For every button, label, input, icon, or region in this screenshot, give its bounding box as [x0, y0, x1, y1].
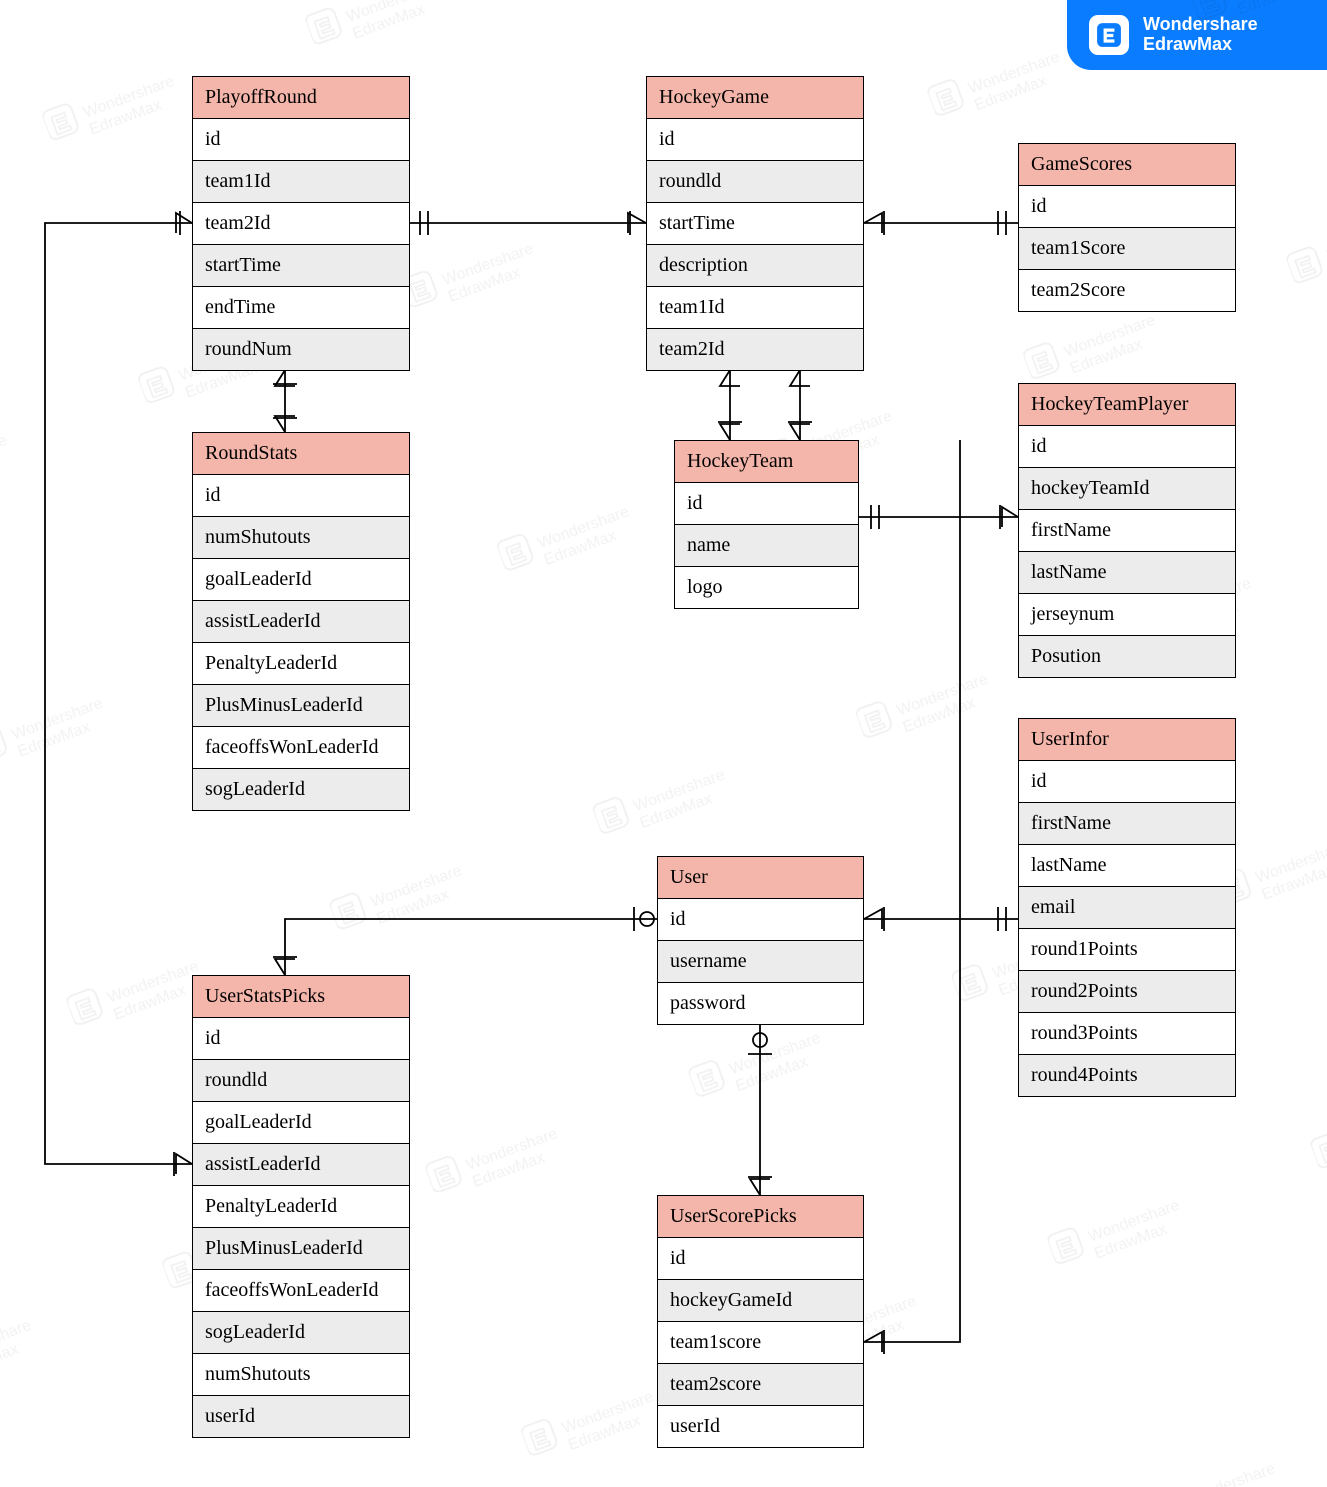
entity-field: roundNum	[193, 329, 409, 370]
entity-field: lastName	[1019, 845, 1235, 887]
entity-field: team1score	[658, 1322, 863, 1364]
entity-field: id	[675, 483, 858, 525]
entity-field: id	[1019, 426, 1235, 468]
entity-field: hockeyTeamId	[1019, 468, 1235, 510]
entity-roundStats: RoundStatsidnumShutoutsgoalLeaderIdassis…	[192, 432, 410, 811]
entity-field: email	[1019, 887, 1235, 929]
entity-field: PlusMinusLeaderId	[193, 1228, 409, 1270]
entity-playoffRound: PlayoffRoundidteam1Idteam2IdstartTimeend…	[192, 76, 410, 371]
entity-field: id	[1019, 186, 1235, 228]
entity-field: firstName	[1019, 803, 1235, 845]
entity-field: Posution	[1019, 636, 1235, 677]
entity-field: hockeyGameId	[658, 1280, 863, 1322]
entity-field: round1Points	[1019, 929, 1235, 971]
entity-field: numShutouts	[193, 517, 409, 559]
entity-field: round3Points	[1019, 1013, 1235, 1055]
entity-field: assistLeaderId	[193, 601, 409, 643]
entity-field: userId	[193, 1396, 409, 1437]
entity-userStatsPicks: UserStatsPicksidroundldgoalLeaderIdassis…	[192, 975, 410, 1438]
entity-field: faceoffsWonLeaderId	[193, 727, 409, 769]
entity-field: startTime	[193, 245, 409, 287]
entity-field: sogLeaderId	[193, 1312, 409, 1354]
entity-field: round4Points	[1019, 1055, 1235, 1096]
entity-field: team2score	[658, 1364, 863, 1406]
entity-field: round2Points	[1019, 971, 1235, 1013]
entity-title: HockeyTeam	[675, 441, 858, 483]
entity-field: numShutouts	[193, 1354, 409, 1396]
brand-text: Wondershare EdrawMax	[1143, 15, 1258, 55]
entity-field: username	[658, 941, 863, 983]
entity-title: PlayoffRound	[193, 77, 409, 119]
entity-field: id	[658, 899, 863, 941]
entity-field: sogLeaderId	[193, 769, 409, 810]
entity-field: faceoffsWonLeaderId	[193, 1270, 409, 1312]
entity-field: team1Score	[1019, 228, 1235, 270]
entity-field: id	[1019, 761, 1235, 803]
entity-title: RoundStats	[193, 433, 409, 475]
entity-field: id	[658, 1238, 863, 1280]
entity-hockeyTeamPlayer: HockeyTeamPlayeridhockeyTeamIdfirstNamel…	[1018, 383, 1236, 678]
entity-field: id	[193, 1018, 409, 1060]
entity-field: logo	[675, 567, 858, 608]
entity-field: description	[647, 245, 863, 287]
entity-field: id	[647, 119, 863, 161]
entity-field: startTime	[647, 203, 863, 245]
entity-title: GameScores	[1019, 144, 1235, 186]
brand-watermark: Wondershare EdrawMax	[1067, 0, 1327, 70]
entity-field: PenaltyLeaderId	[193, 643, 409, 685]
entity-field: firstName	[1019, 510, 1235, 552]
entity-field: jerseynum	[1019, 594, 1235, 636]
brand-product: EdrawMax	[1143, 34, 1232, 54]
entity-field: password	[658, 983, 863, 1024]
entity-gameScores: GameScoresidteam1Scoreteam2Score	[1018, 143, 1236, 312]
entity-field: id	[193, 475, 409, 517]
entity-field: team2Score	[1019, 270, 1235, 311]
brand-name: Wondershare	[1143, 14, 1258, 34]
entity-userInfor: UserInforidfirstNamelastNameemailround1P…	[1018, 718, 1236, 1097]
entity-field: name	[675, 525, 858, 567]
entity-title: HockeyTeamPlayer	[1019, 384, 1235, 426]
entity-user: Useridusernamepassword	[657, 856, 864, 1025]
entity-title: UserScorePicks	[658, 1196, 863, 1238]
entity-field: assistLeaderId	[193, 1144, 409, 1186]
entity-field: goalLeaderId	[193, 559, 409, 601]
entity-field: userId	[658, 1406, 863, 1447]
entity-field: goalLeaderId	[193, 1102, 409, 1144]
entity-field: roundld	[647, 161, 863, 203]
entity-field: team1Id	[193, 161, 409, 203]
entity-field: team2Id	[647, 329, 863, 370]
entity-field: endTime	[193, 287, 409, 329]
entity-field: PlusMinusLeaderId	[193, 685, 409, 727]
entity-field: PenaltyLeaderId	[193, 1186, 409, 1228]
entity-title: HockeyGame	[647, 77, 863, 119]
entity-title: UserInfor	[1019, 719, 1235, 761]
entity-userScorePicks: UserScorePicksidhockeyGameIdteam1scorete…	[657, 1195, 864, 1448]
entity-hockeyTeam: HockeyTeamidnamelogo	[674, 440, 859, 609]
edrawmax-icon	[1089, 15, 1129, 55]
entity-field: team2Id	[193, 203, 409, 245]
entity-hockeyGame: HockeyGameidroundldstartTimedescriptiont…	[646, 76, 864, 371]
entity-field: id	[193, 119, 409, 161]
entity-field: roundld	[193, 1060, 409, 1102]
entity-title: User	[658, 857, 863, 899]
entity-title: UserStatsPicks	[193, 976, 409, 1018]
entity-field: team1Id	[647, 287, 863, 329]
diagram-canvas: Wondershare EdrawMax Wondershare EdrawMa…	[0, 0, 1327, 1487]
entity-field: lastName	[1019, 552, 1235, 594]
